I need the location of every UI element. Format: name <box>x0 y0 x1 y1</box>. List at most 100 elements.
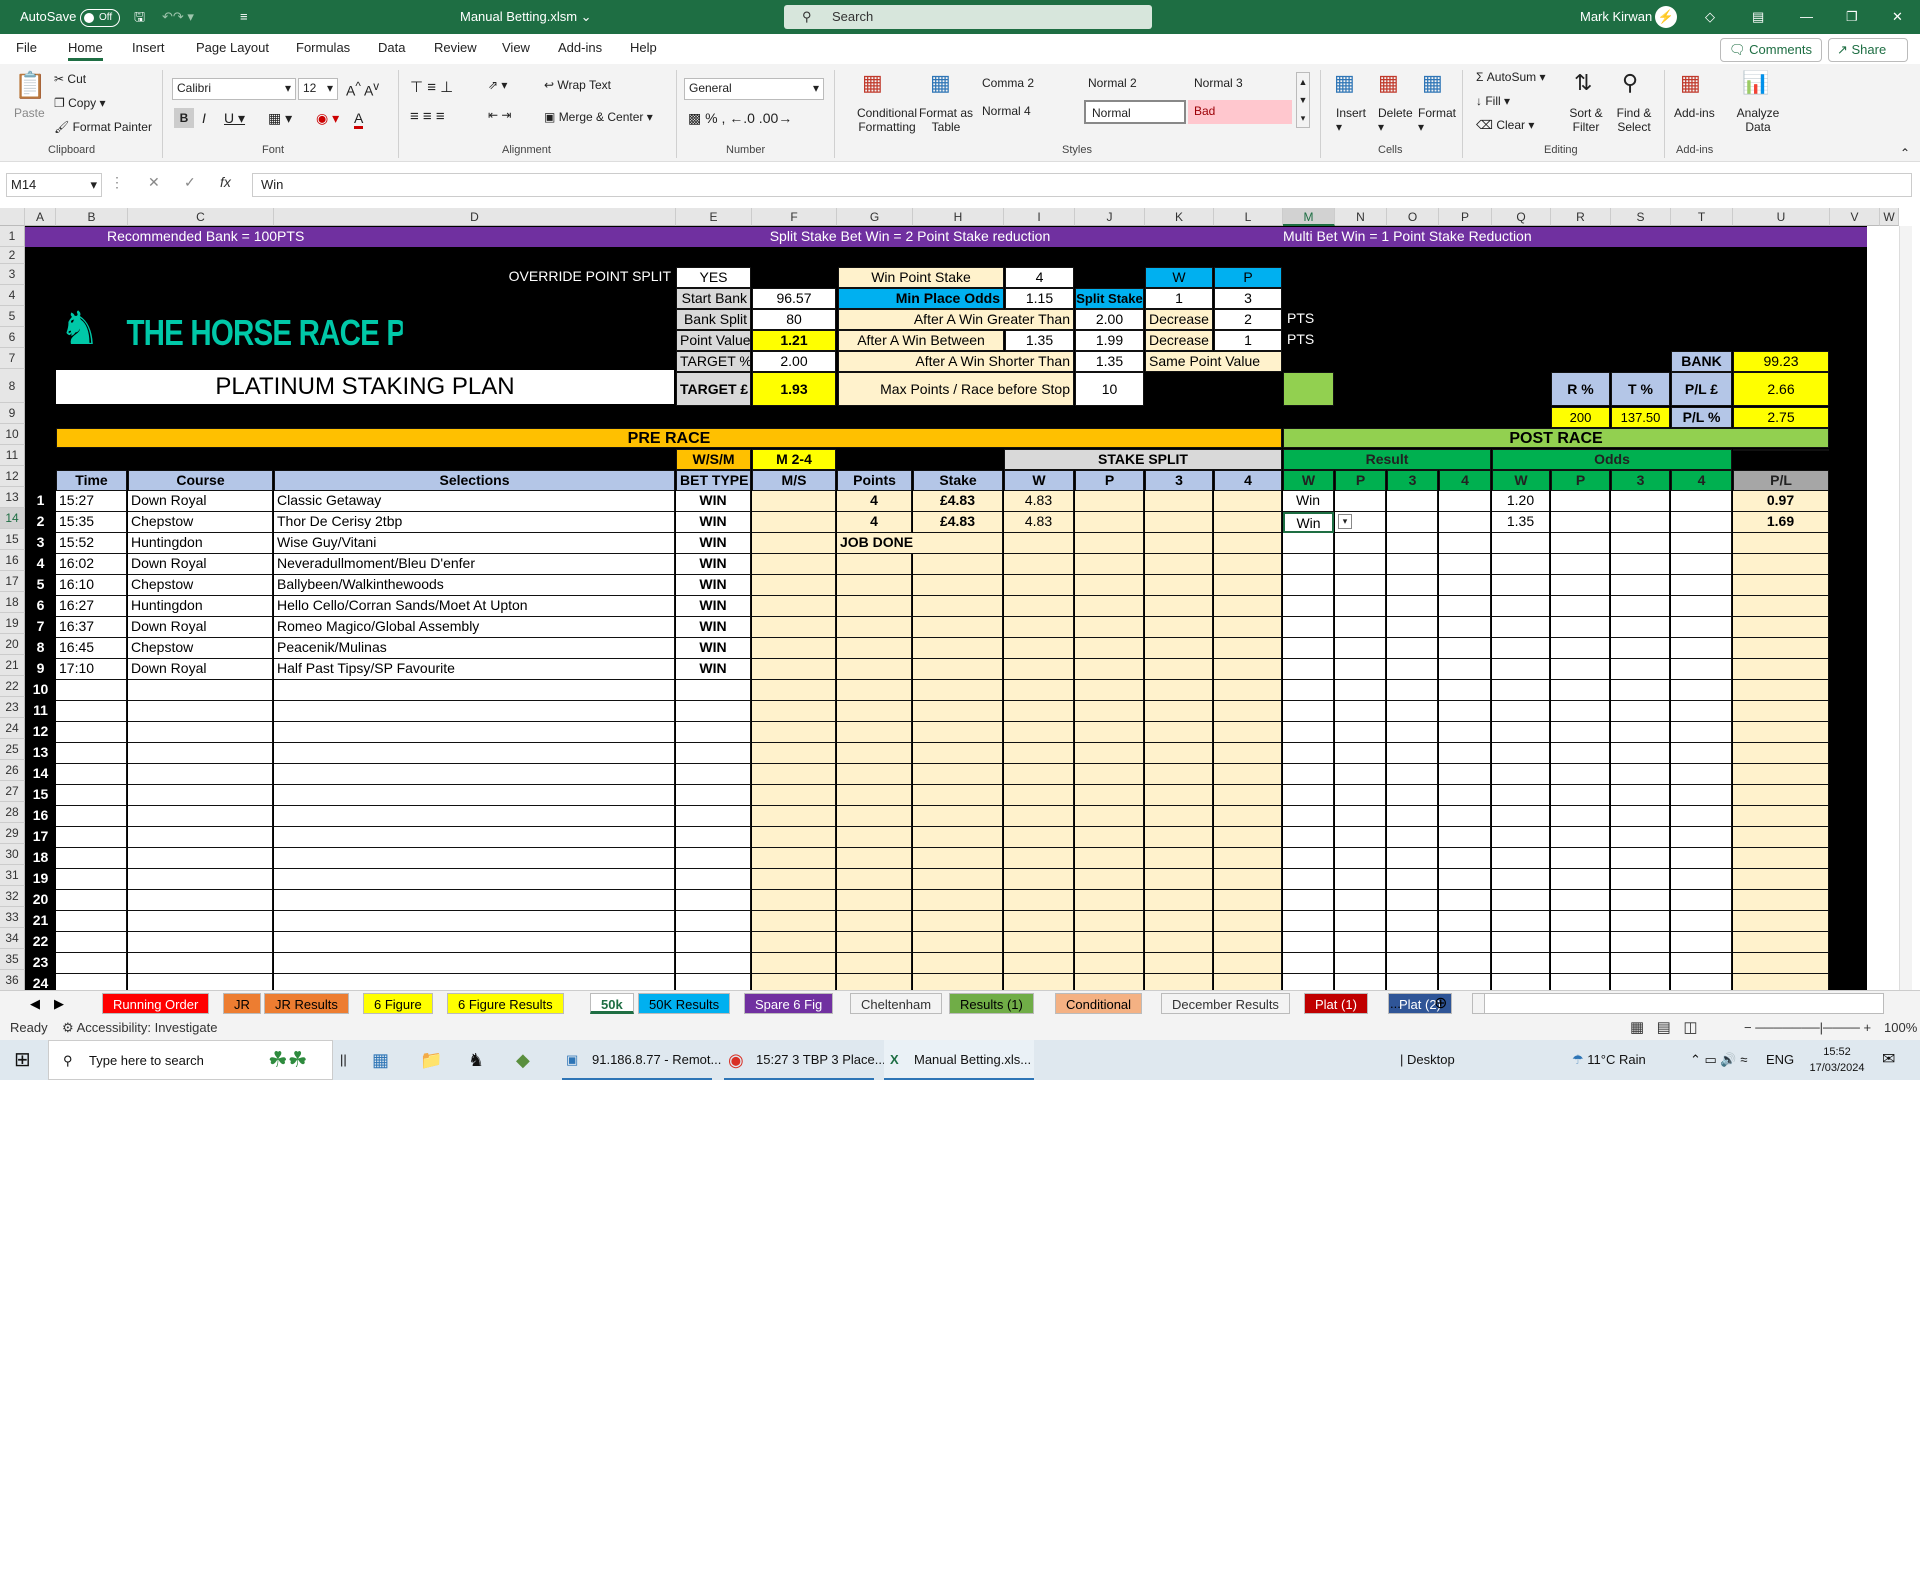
race-cell-course[interactable] <box>128 911 273 932</box>
race-cell-empty[interactable] <box>1551 764 1610 785</box>
race-cell-empty[interactable] <box>1611 953 1670 974</box>
race-cell-stake[interactable] <box>913 890 1003 911</box>
race-cell-empty[interactable] <box>1335 806 1386 827</box>
race-cell-pl[interactable]: 1.69 <box>1733 512 1829 533</box>
race-cell-empty[interactable] <box>1335 596 1386 617</box>
race-cell-sel[interactable] <box>274 806 675 827</box>
race-cell-empty[interactable] <box>1439 722 1491 743</box>
row-header-22[interactable]: 22 <box>0 676 25 697</box>
race-cell-empty[interactable] <box>1145 575 1213 596</box>
race-cell-empty[interactable] <box>1145 617 1213 638</box>
race-cell-empty[interactable] <box>1671 701 1732 722</box>
race-cell-empty[interactable] <box>1214 491 1282 512</box>
race-cell-empty[interactable] <box>1075 638 1144 659</box>
race-cell-time[interactable] <box>56 722 127 743</box>
race-cell-sel[interactable] <box>274 701 675 722</box>
race-cell-course[interactable]: Down Royal <box>128 554 273 575</box>
zoom-slider[interactable]: − ───────|──── + <box>1744 1016 1871 1040</box>
column-header-o[interactable]: O <box>1387 208 1439 226</box>
race-cell-res[interactable] <box>1283 932 1334 953</box>
race-cell-pl[interactable] <box>1733 848 1829 869</box>
race-cell-empty[interactable] <box>1387 785 1438 806</box>
race-cell-empty[interactable] <box>752 617 836 638</box>
pl-gbp-value[interactable]: 2.66 <box>1733 372 1829 406</box>
race-cell-time[interactable] <box>56 953 127 974</box>
row-header-29[interactable]: 29 <box>0 823 25 844</box>
race-cell-empty[interactable] <box>1145 869 1213 890</box>
race-cell-empty[interactable] <box>1335 764 1386 785</box>
race-cell-empty[interactable] <box>1439 974 1491 990</box>
column-header-n[interactable]: N <box>1335 208 1387 226</box>
sheet-tab-jr[interactable]: JR <box>223 993 261 1014</box>
race-cell-empty[interactable] <box>1439 596 1491 617</box>
collapse-ribbon-icon[interactable]: ⌃ <box>1900 146 1910 160</box>
race-cell-empty[interactable] <box>1214 890 1282 911</box>
race-cell-res[interactable] <box>1283 722 1334 743</box>
race-cell-empty[interactable] <box>1671 533 1732 554</box>
race-cell-odds[interactable] <box>1492 554 1550 575</box>
race-cell-course[interactable] <box>128 806 273 827</box>
race-cell-course[interactable] <box>128 764 273 785</box>
race-cell-course[interactable] <box>128 932 273 953</box>
race-cell-empty[interactable] <box>1551 827 1610 848</box>
race-cell-empty[interactable] <box>1145 743 1213 764</box>
column-header-t[interactable]: T <box>1671 208 1733 226</box>
race-cell-empty[interactable] <box>752 743 836 764</box>
race-cell-sel[interactable] <box>274 974 675 990</box>
add-ins-button[interactable]: Add-ins <box>1674 106 1715 120</box>
font-size-select[interactable]: 12 ▾ <box>298 78 338 100</box>
race-cell-empty[interactable] <box>1335 743 1386 764</box>
tab-data[interactable]: Data <box>378 40 405 55</box>
race-cell-odds[interactable] <box>1492 575 1550 596</box>
race-cell-empty[interactable] <box>1551 743 1610 764</box>
race-cell-time[interactable] <box>56 827 127 848</box>
customize-toolbar-icon[interactable]: ≡ <box>240 0 248 34</box>
insert-function-icon[interactable]: fx <box>220 174 231 190</box>
race-cell-empty[interactable] <box>1387 575 1438 596</box>
save-icon[interactable]: 🖫 <box>134 0 145 34</box>
race-cell-empty[interactable] <box>1551 911 1610 932</box>
race-cell-stake[interactable] <box>913 806 1003 827</box>
column-header-r[interactable]: R <box>1551 208 1611 226</box>
race-cell-stake[interactable] <box>913 932 1003 953</box>
race-cell-res[interactable] <box>1283 890 1334 911</box>
race-cell-bet[interactable] <box>676 764 751 785</box>
race-cell-empty[interactable] <box>1551 680 1610 701</box>
race-cell-course[interactable]: Chepstow <box>128 512 273 533</box>
column-header-i[interactable]: I <box>1004 208 1075 226</box>
race-cell-empty[interactable] <box>1551 512 1610 533</box>
style-normal-2[interactable]: Normal 2 <box>1082 72 1186 96</box>
race-cell-bet[interactable]: WIN <box>676 512 751 533</box>
greater-value[interactable]: 2.00 <box>1075 309 1144 330</box>
row-header-36[interactable]: 36 <box>0 970 25 990</box>
start-bank-value[interactable]: 96.57 <box>752 288 836 309</box>
row-header-9[interactable]: 9 <box>0 403 25 424</box>
race-cell-empty[interactable] <box>1439 701 1491 722</box>
tab-formulas[interactable]: Formulas <box>296 40 350 55</box>
row-header-17[interactable]: 17 <box>0 571 25 592</box>
race-cell-empty[interactable] <box>1145 932 1213 953</box>
race-cell-sel[interactable]: Hello Cello/Corran Sands/Moet At Upton <box>274 596 675 617</box>
race-cell-empty[interactable] <box>1611 701 1670 722</box>
column-header-v[interactable]: V <box>1830 208 1880 226</box>
race-cell-bet[interactable]: WIN <box>676 617 751 638</box>
race-cell-empty[interactable] <box>1214 575 1282 596</box>
zoom-level[interactable]: 100% <box>1884 1016 1917 1040</box>
race-cell-odds[interactable] <box>1492 911 1550 932</box>
maximize-icon[interactable]: ❐ <box>1846 0 1858 34</box>
point-value[interactable]: 1.21 <box>752 330 836 351</box>
race-cell-empty[interactable] <box>1335 869 1386 890</box>
race-cell-empty[interactable] <box>1611 575 1670 596</box>
race-cell-sw[interactable] <box>1004 827 1074 848</box>
horizontal-scrollbar[interactable] <box>1484 993 1884 1014</box>
race-cell-empty[interactable] <box>1611 533 1670 554</box>
column-header-a[interactable]: A <box>25 208 56 226</box>
copy-button[interactable]: ❐ Copy ▾ <box>54 96 105 110</box>
race-cell-res[interactable] <box>1283 743 1334 764</box>
comments-button[interactable]: 🗨 Comments <box>1720 38 1822 62</box>
tabs-scroll-right-icon[interactable]: ▶ <box>44 993 74 1014</box>
race-cell-sw[interactable] <box>1004 638 1074 659</box>
race-cell-empty[interactable] <box>1551 491 1610 512</box>
race-cell-bet[interactable]: WIN <box>676 533 751 554</box>
row-header-6[interactable]: 6 <box>0 327 25 348</box>
